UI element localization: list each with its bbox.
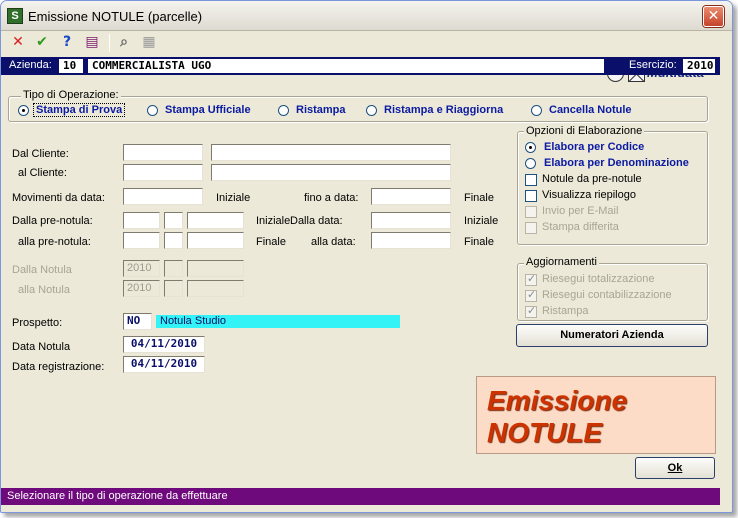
dalla-notula-number-input: [187, 260, 244, 277]
window-title: Emissione NOTULE (parcelle): [28, 9, 203, 24]
ok-button[interactable]: Ok: [635, 457, 715, 479]
calculator-icon[interactable]: ▦: [140, 34, 158, 52]
dal-cliente-label: Dal Cliente:: [12, 148, 69, 160]
prospetto-code-input[interactable]: NO: [123, 313, 152, 330]
tipo-operazione-title: Tipo di Operazione:: [21, 89, 121, 101]
company-info-bar: Azienda: 10 COMMERCIALISTA UGO Esercizio…: [1, 57, 720, 75]
close-button[interactable]: ✕: [703, 6, 724, 27]
brand-panel: Emissione NOTULE: [476, 376, 716, 454]
search-icon[interactable]: ⌕: [115, 34, 133, 52]
alla-pre-notula-year-input[interactable]: [123, 232, 160, 249]
label-elabora-denominazione[interactable]: Elabora per Denominazione: [544, 157, 689, 169]
radio-elabora-denominazione[interactable]: [525, 158, 536, 169]
radio-cancella-notule[interactable]: [531, 105, 542, 116]
alla-data-finale-label: Finale: [464, 236, 494, 248]
dalla-data-input[interactable]: [371, 212, 451, 229]
opzioni-elaborazione-title: Opzioni di Elaborazione: [524, 125, 645, 137]
checkbox-notule-da-pre-notule[interactable]: [525, 174, 537, 186]
movimenti-finale-label: Finale: [464, 192, 494, 204]
data-notula-input[interactable]: 04/11/2010: [123, 336, 205, 353]
alla-notula-label: alla Notula: [18, 284, 70, 296]
alla-notula-year-input: 2010: [123, 280, 160, 297]
data-registrazione-label: Data registrazione:: [12, 361, 105, 373]
esercizio-label: Esercizio:: [629, 59, 677, 71]
label-stampa-ufficiale[interactable]: Stampa Ufficiale: [165, 104, 251, 116]
al-cliente-name-input[interactable]: [211, 164, 451, 181]
aggiornamenti-title: Aggiornamenti: [524, 256, 599, 268]
label-ristampa-agg: Ristampa: [542, 305, 589, 317]
book-icon[interactable]: ▤: [83, 34, 101, 52]
label-notule-da-pre-notule[interactable]: Notule da pre-notule: [542, 173, 642, 185]
checkbox-riesegui-totalizzazione: [525, 272, 537, 286]
al-cliente-label: al Cliente:: [18, 167, 67, 179]
alla-pre-notula-series-input[interactable]: [164, 232, 183, 249]
alla-pre-notula-number-input[interactable]: [187, 232, 244, 249]
numeratori-azienda-button[interactable]: Numeratori Azienda: [516, 324, 708, 347]
checkbox-ristampa: [525, 304, 537, 318]
label-stampa-differita: Stampa differita: [542, 221, 619, 233]
brand-line-1: Emissione: [487, 385, 628, 416]
pre-notula-iniziale-label: Iniziale: [256, 215, 291, 227]
toolbar-separator: [109, 34, 110, 52]
prospetto-label: Prospetto:: [12, 317, 63, 329]
movimenti-iniziale-label: Iniziale: [216, 192, 251, 204]
radio-stampa-ufficiale[interactable]: [147, 105, 158, 116]
esercizio-value: 2010: [683, 59, 715, 73]
toolbar: ✕ ✔ ? ▤ ⌕ ▦ Multidata: [1, 31, 732, 82]
help-icon[interactable]: ?: [58, 34, 76, 52]
radio-elabora-codice[interactable]: [525, 142, 536, 153]
prospetto-description: Notula Studio: [156, 315, 400, 328]
label-ristampa-riaggiorna[interactable]: Ristampa e Riaggiorna: [384, 104, 503, 116]
fino-a-data-input[interactable]: [371, 188, 451, 205]
checkbox-invio-email: [525, 206, 537, 218]
dalla-pre-notula-label: Dalla pre-notula:: [12, 215, 93, 227]
radio-stampa-di-prova[interactable]: [18, 105, 29, 116]
label-ristampa[interactable]: Ristampa: [296, 104, 346, 116]
label-elabora-codice[interactable]: Elabora per Codice: [544, 141, 644, 153]
title-bar[interactable]: S Emissione NOTULE (parcelle) ✕: [1, 1, 732, 31]
dalla-pre-notula-series-input[interactable]: [164, 212, 183, 229]
azienda-label: Azienda:: [9, 59, 52, 71]
label-cancella-notule[interactable]: Cancella Notule: [549, 104, 632, 116]
status-bar: Selezionare il tipo di operazione da eff…: [1, 488, 720, 505]
data-notula-label: Data Notula: [12, 341, 71, 353]
label-riesegui-totalizzazione: Riesegui totalizzazione: [542, 273, 655, 285]
alla-pre-notula-label: alla pre-notula:: [18, 236, 91, 248]
movimenti-da-data-input[interactable]: [123, 188, 203, 205]
checkbox-stampa-differita: [525, 222, 537, 234]
alla-data-label: alla data:: [311, 236, 356, 248]
fino-a-data-label: fino a data:: [304, 192, 359, 204]
confirm-icon[interactable]: ✔: [33, 34, 51, 52]
data-registrazione-input[interactable]: 04/11/2010: [123, 356, 205, 373]
dal-cliente-code-input[interactable]: [123, 144, 203, 161]
alla-notula-series-input: [164, 280, 183, 297]
label-visualizza-riepilogo[interactable]: Visualizza riepilogo: [542, 189, 636, 201]
radio-ristampa-riaggiorna[interactable]: [366, 105, 377, 116]
dal-cliente-name-input[interactable]: [211, 144, 451, 161]
pre-notula-finale-label: Finale: [256, 236, 286, 248]
dalla-notula-series-input: [164, 260, 183, 277]
movimenti-da-data-label: Movimenti da data:: [12, 192, 105, 204]
checkbox-riesegui-contabilizzazione: [525, 288, 537, 302]
label-riesegui-contabilizzazione: Riesegui contabilizzazione: [542, 289, 672, 301]
dalla-pre-notula-number-input[interactable]: [187, 212, 244, 229]
dalla-pre-notula-year-input[interactable]: [123, 212, 160, 229]
cancel-icon[interactable]: ✕: [9, 34, 27, 52]
checkbox-visualizza-riepilogo[interactable]: [525, 190, 537, 202]
azienda-code: 10: [59, 59, 83, 73]
label-stampa-di-prova[interactable]: Stampa di Prova: [33, 103, 126, 117]
dalla-data-iniziale-label: Iniziale: [464, 215, 499, 227]
brand-line-2: NOTULE: [487, 417, 603, 448]
dialog-window: S Emissione NOTULE (parcelle) ✕ ✕ ✔ ? ▤ …: [0, 0, 733, 513]
dalla-notula-label: Dalla Notula: [12, 264, 72, 276]
alla-data-input[interactable]: [371, 232, 451, 249]
dalla-data-label: Dalla data:: [290, 215, 343, 227]
app-icon: S: [7, 8, 23, 24]
label-invio-email: Invio per E-Mail: [542, 205, 619, 217]
radio-ristampa[interactable]: [278, 105, 289, 116]
alla-notula-number-input: [187, 280, 244, 297]
azienda-name: COMMERCIALISTA UGO: [88, 59, 604, 73]
al-cliente-code-input[interactable]: [123, 164, 203, 181]
dalla-notula-year-input: 2010: [123, 260, 160, 277]
